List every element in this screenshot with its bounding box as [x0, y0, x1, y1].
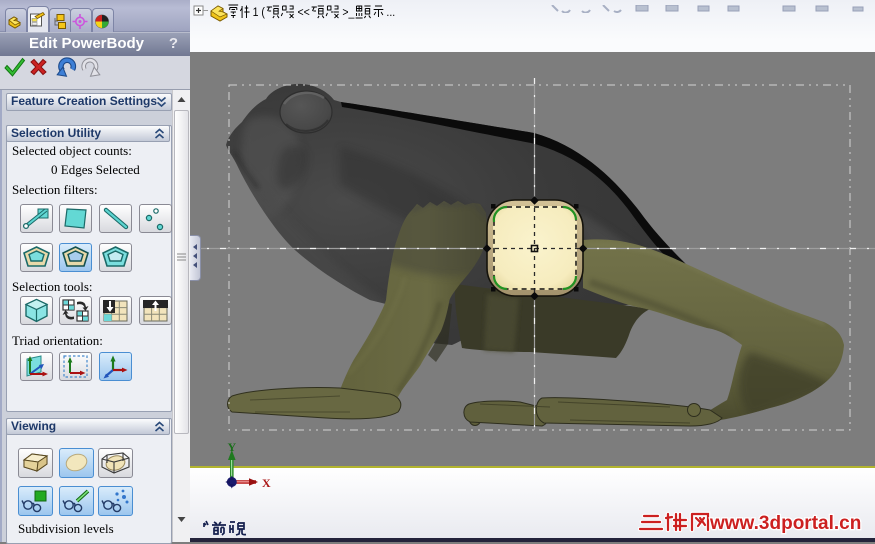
svg-text:1 (: 1 ( [253, 6, 266, 19]
svg-text:X: X [262, 476, 271, 490]
svg-text:<<: << [298, 6, 311, 19]
svg-text:www.3dportal.cn: www.3dportal.cn [709, 513, 861, 534]
svg-text:...: ... [386, 6, 395, 19]
svg-text:>_: >_ [342, 6, 355, 19]
